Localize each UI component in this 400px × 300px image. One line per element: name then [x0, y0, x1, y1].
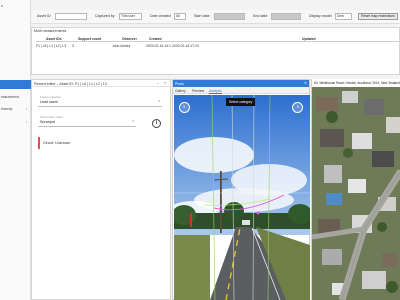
table-row[interactable]: F1 | L6 | L1 | L2 | L3 3 John Ashley 202…	[36, 42, 399, 49]
column-header[interactable]: Created	[149, 37, 162, 41]
end-date-label: End date	[253, 14, 268, 18]
column-header[interactable]: Observer	[122, 37, 137, 41]
date-created-select[interactable]: All	[174, 13, 186, 20]
measurements-panel: Multi measurements Asset IDs Support cou…	[31, 27, 400, 75]
info-icon[interactable]: i	[152, 119, 161, 128]
asset-id-label: Asset ID	[37, 14, 51, 18]
display-model-select[interactable]: Dew	[335, 13, 352, 20]
cell-updated: 2023-02-16 17:24	[172, 44, 199, 48]
tab-analysis[interactable]: Analysis	[209, 89, 222, 94]
observation-value-value: Surveyed	[40, 120, 56, 124]
map-address: 63, Westhouse Road, Howick, Auckland, 20…	[312, 79, 400, 87]
select-category-label[interactable]: Select category	[226, 98, 256, 106]
rotate-left-icon[interactable]: ◐	[179, 102, 190, 113]
nav-item-measurement[interactable]: easurement	[1, 95, 19, 99]
filter-bar: Asset ID Captured by This user Date crea…	[31, 10, 400, 24]
cell-observer: John Ashley	[112, 44, 131, 48]
cell-created: 2023-02-16 14:1	[146, 44, 171, 48]
observation-value-select[interactable]: Observation value Surveyed ▾	[38, 114, 136, 127]
chevron-down-icon: ▾	[158, 99, 160, 103]
record-editor-title: Record editor – Asset ID: F1 | L6 | L1 |…	[32, 80, 170, 87]
aerial-imagery[interactable]	[312, 87, 400, 300]
photo-viewer: Photo ✕ Gallery Preview Analysis Select …	[172, 79, 310, 300]
observation-value-caption: Observation value	[40, 115, 63, 119]
column-header[interactable]: Updated	[302, 37, 316, 41]
date-created-label: Date created	[150, 14, 171, 18]
record-editor: Record editor – Asset ID: F1 | L6 | L1 |…	[31, 79, 171, 300]
nav-item-hierarchy[interactable]: erarchy	[1, 107, 12, 111]
start-date-label: Start date	[194, 14, 210, 18]
end-date-input[interactable]	[271, 13, 301, 20]
nav-item-top[interactable]: s	[1, 4, 3, 8]
table-header: Asset IDs Support count Observer Created…	[36, 35, 399, 42]
captured-by-select[interactable]: This user	[119, 13, 142, 20]
chevron-right-icon[interactable]: ›	[26, 120, 27, 124]
feature-classifier-caption: Feature classifier	[40, 95, 62, 99]
rotate-right-icon[interactable]: ◑	[292, 102, 303, 113]
street-photo[interactable]	[174, 95, 310, 300]
photo-viewer-title: Photo	[173, 80, 309, 87]
column-header[interactable]: Asset IDs	[46, 37, 61, 41]
close-icon[interactable]: ✕	[304, 81, 307, 85]
viewer-tabs: Gallery Preview Analysis	[173, 87, 309, 94]
side-navigation: s easurement erarchy › ›	[0, 0, 31, 300]
aerial-map[interactable]: 63, Westhouse Road, Howick, Auckland, 20…	[311, 79, 400, 300]
chevron-down-icon: ▾	[132, 119, 134, 123]
chevron-right-icon[interactable]: ›	[26, 107, 27, 111]
start-date-input[interactable]	[214, 13, 245, 20]
display-model-label: Display model	[309, 14, 332, 18]
asset-id-input[interactable]	[55, 13, 87, 20]
panel-controls-icon[interactable]: – ⌖	[157, 81, 168, 85]
reset-map-restrictions-button[interactable]: Reset map restrictions	[358, 13, 398, 20]
tab-preview[interactable]: Preview	[192, 89, 204, 93]
feature-classifier-value: Lead users	[40, 100, 58, 104]
column-header[interactable]: Support count	[78, 37, 101, 41]
feature-classifier-select[interactable]: Feature classifier Lead users ▾	[38, 94, 162, 107]
cell-support-count: 3	[72, 44, 74, 48]
circuit-status[interactable]: Circuit: Unknown	[38, 137, 98, 149]
cell-asset-ids: F1 | L6 | L1 | L2 | L3	[36, 44, 67, 48]
captured-by-label: Captured by	[95, 14, 115, 18]
measurements-title: Multi measurements	[34, 29, 67, 33]
tab-gallery[interactable]: Gallery	[175, 89, 186, 93]
nav-item-active[interactable]	[0, 80, 31, 89]
